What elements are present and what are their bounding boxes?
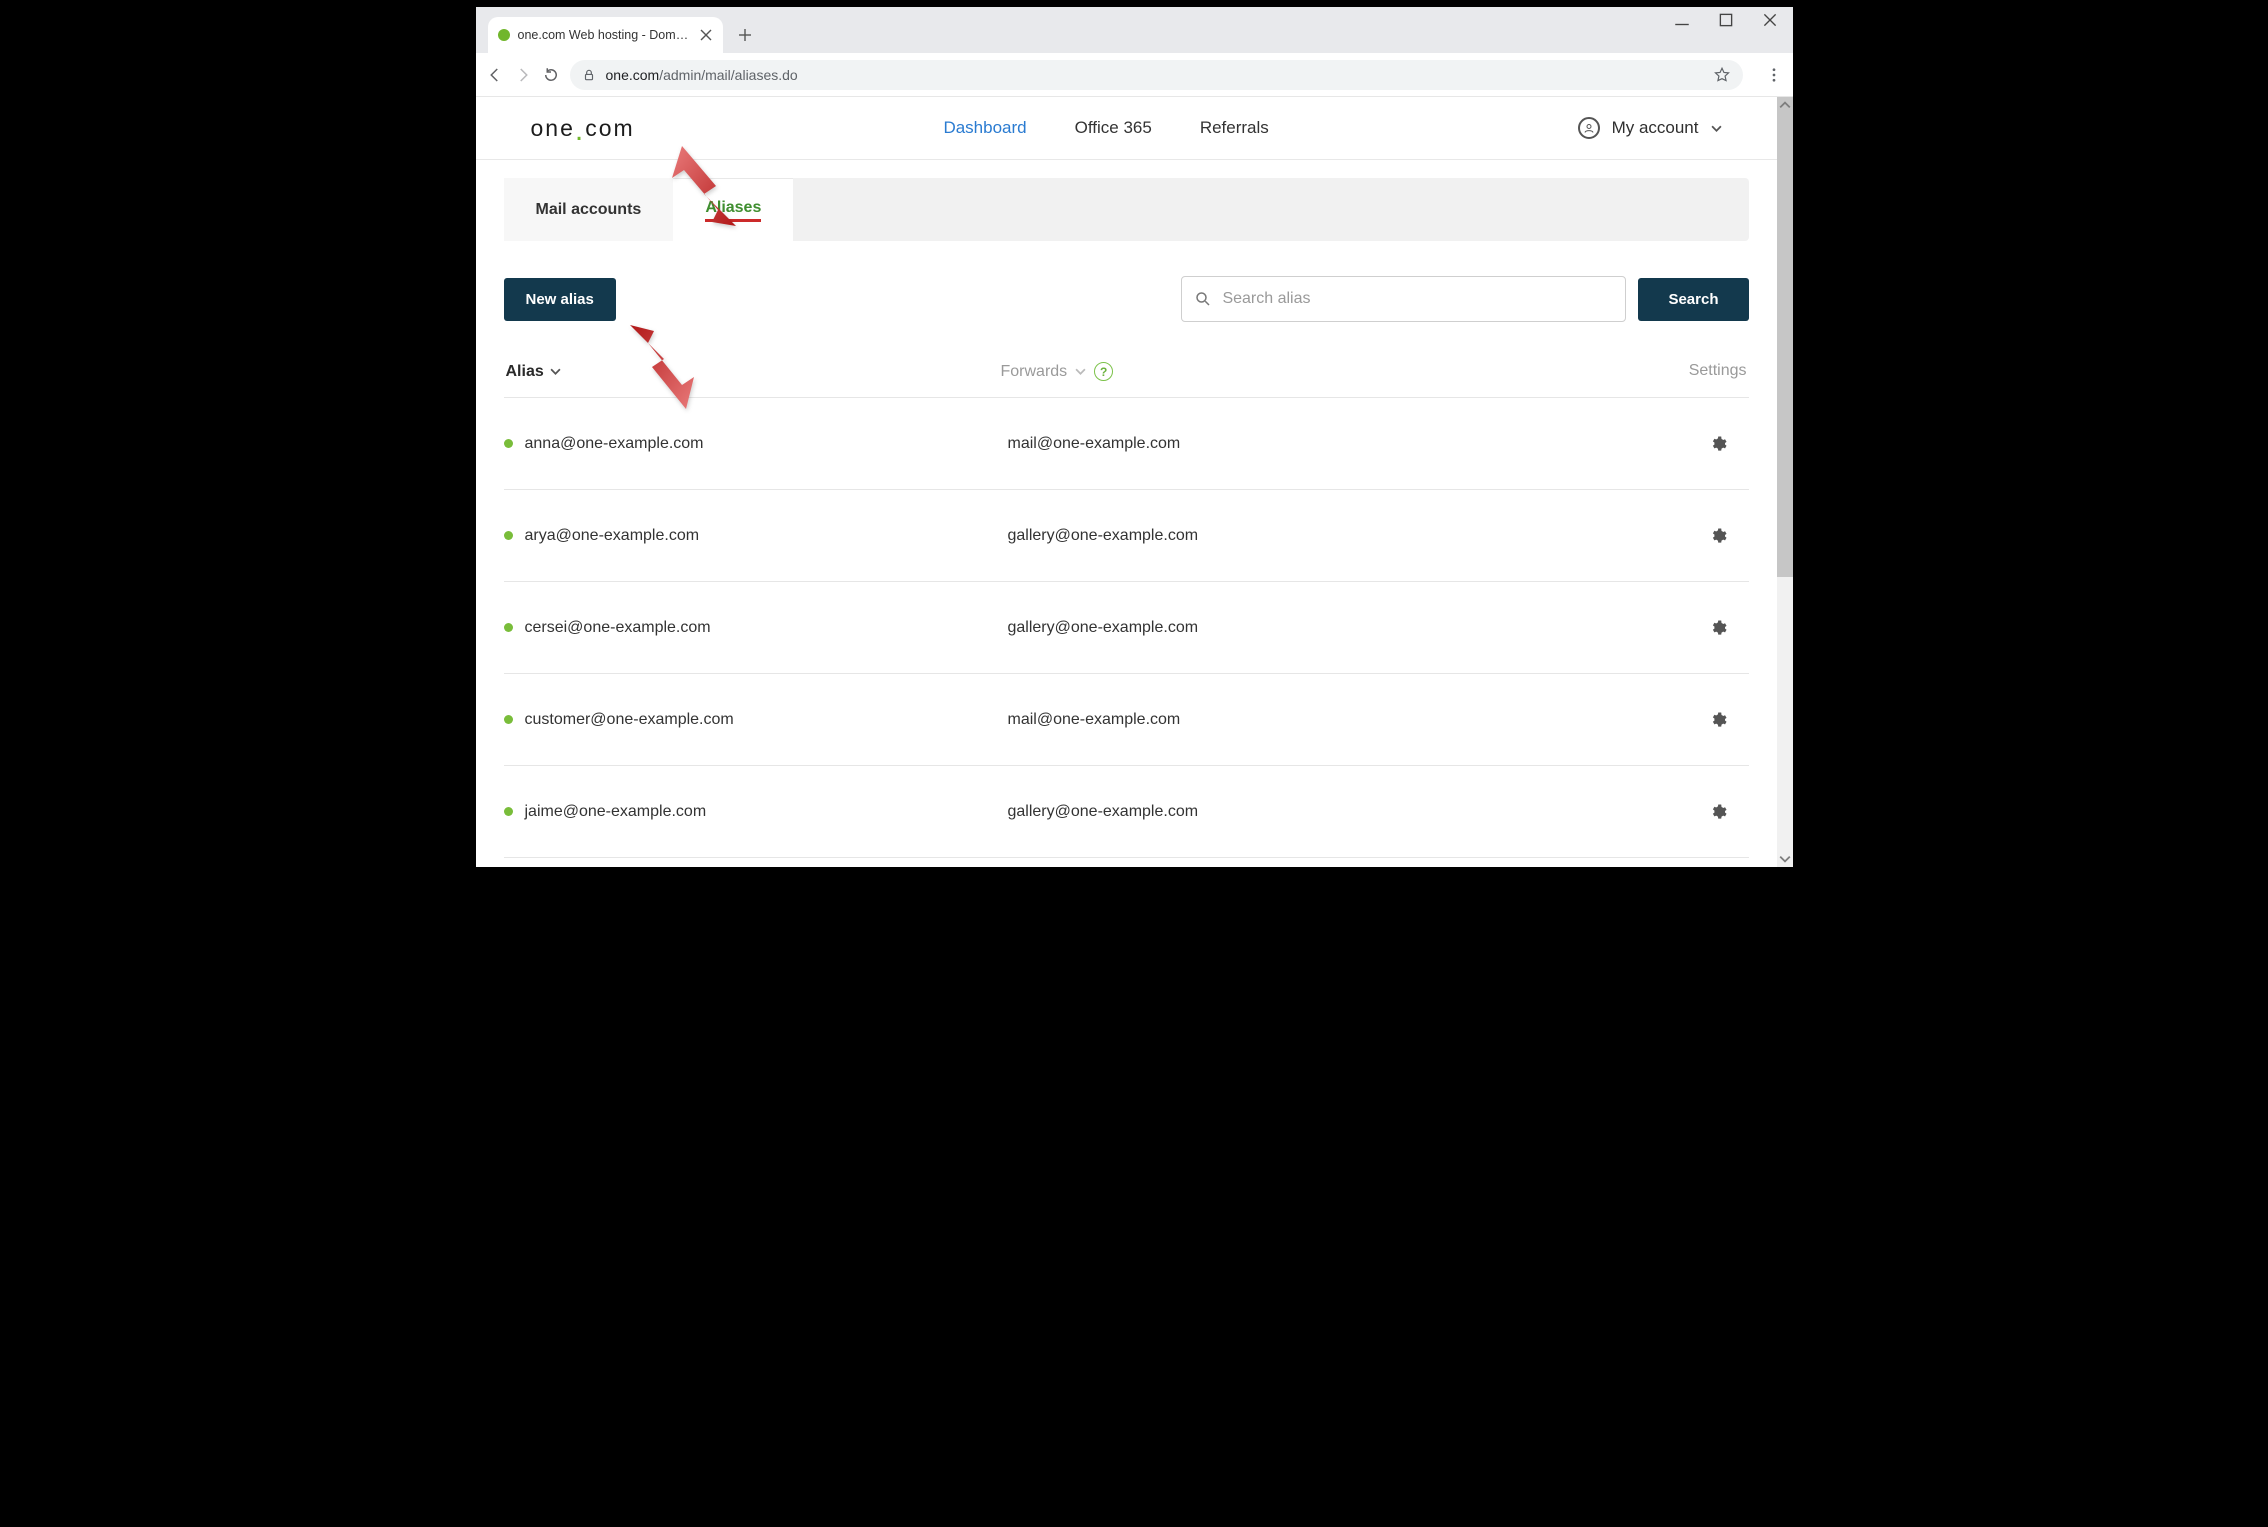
search-alias-box[interactable] — [1181, 276, 1626, 322]
page-content: one.com Dashboard Office 365 Referrals M… — [476, 97, 1777, 867]
scrollbar-down-icon[interactable] — [1779, 853, 1791, 865]
status-dot-icon — [504, 531, 513, 540]
gear-icon — [1709, 803, 1749, 821]
logo-left: one — [531, 115, 575, 141]
status-dot-icon — [504, 715, 513, 724]
forward-icon — [514, 66, 532, 84]
table-row: customer@one-example.commail@one-example… — [504, 674, 1749, 766]
browser-tab[interactable]: one.com Web hosting - Domain… — [488, 17, 723, 53]
status-dot-icon — [504, 623, 513, 632]
new-tab-button[interactable] — [731, 21, 759, 49]
tab-title: one.com Web hosting - Domain… — [518, 28, 691, 42]
browser-toolbar: one.com/admin/mail/aliases.do — [476, 53, 1793, 97]
address-bar[interactable]: one.com/admin/mail/aliases.do — [570, 60, 1743, 90]
row-settings-button[interactable] — [1709, 711, 1749, 729]
col-alias-label: Alias — [506, 363, 544, 381]
forward-cell: gallery@one-example.com — [1008, 803, 1709, 821]
reload-icon[interactable] — [542, 66, 560, 84]
table-row: anna@one-example.commail@one-example.com — [504, 398, 1749, 490]
favicon-icon — [498, 29, 510, 41]
status-dot-icon — [504, 807, 513, 816]
scrollbar-up-icon[interactable] — [1779, 99, 1791, 111]
section-tabs: Mail accounts Aliases — [504, 178, 1749, 241]
window-minimize-icon[interactable] — [1673, 11, 1691, 29]
row-settings-button[interactable] — [1709, 619, 1749, 637]
browser-tab-strip: one.com Web hosting - Domain… — [476, 7, 1793, 53]
alias-cell: arya@one-example.com — [525, 527, 1008, 545]
scrollbar-thumb[interactable] — [1777, 97, 1793, 577]
row-settings-button[interactable] — [1709, 435, 1749, 453]
browser-menu-icon[interactable] — [1765, 66, 1783, 84]
tab-mail-label: Mail accounts — [536, 201, 642, 219]
forward-cell: mail@one-example.com — [1008, 711, 1709, 729]
window-close-icon[interactable] — [1761, 11, 1779, 29]
tab-aliases[interactable]: Aliases — [673, 178, 793, 241]
gear-icon — [1709, 527, 1749, 545]
action-row: New alias Search — [504, 276, 1749, 322]
col-settings: Settings — [1667, 362, 1747, 381]
account-label: My account — [1612, 118, 1699, 138]
table-row: cersei@one-example.comgallery@one-exampl… — [504, 582, 1749, 674]
lock-icon — [582, 68, 596, 82]
site-logo[interactable]: one.com — [531, 115, 635, 142]
account-menu[interactable]: My account — [1578, 117, 1722, 139]
alias-cell: customer@one-example.com — [525, 711, 1008, 729]
gear-icon — [1709, 619, 1749, 637]
browser-window: one.com Web hosting - Domain… one.com/ad… — [469, 0, 1800, 874]
chevron-down-icon — [1711, 123, 1722, 134]
col-alias[interactable]: Alias — [506, 362, 1001, 381]
alias-cell: anna@one-example.com — [525, 435, 1008, 453]
alias-cell: jaime@one-example.com — [525, 803, 1008, 821]
url-domain: one.com — [606, 67, 660, 83]
search-button[interactable]: Search — [1638, 278, 1748, 321]
window-maximize-icon[interactable] — [1717, 11, 1735, 29]
nav-referrals[interactable]: Referrals — [1200, 118, 1269, 138]
site-header: one.com Dashboard Office 365 Referrals M… — [476, 97, 1777, 160]
chevron-down-icon — [1075, 366, 1086, 377]
nav-office365[interactable]: Office 365 — [1075, 118, 1152, 138]
search-icon — [1194, 290, 1212, 308]
col-forwards[interactable]: Forwards ? — [1001, 362, 1667, 381]
col-forwards-label: Forwards — [1001, 363, 1068, 381]
window-controls — [1673, 11, 1779, 29]
table-row: arya@one-example.comgallery@one-example.… — [504, 490, 1749, 582]
table-row: jaime@one-example.comgallery@one-example… — [504, 766, 1749, 858]
row-settings-button[interactable] — [1709, 803, 1749, 821]
url-path: /admin/mail/aliases.do — [659, 67, 798, 83]
tab-aliases-label: Aliases — [705, 199, 761, 222]
forward-cell: gallery@one-example.com — [1008, 619, 1709, 637]
bookmark-star-icon[interactable] — [1713, 66, 1731, 84]
status-dot-icon — [504, 439, 513, 448]
forward-cell: gallery@one-example.com — [1008, 527, 1709, 545]
col-settings-label: Settings — [1689, 362, 1747, 379]
row-settings-button[interactable] — [1709, 527, 1749, 545]
logo-right: com — [585, 115, 634, 141]
gear-icon — [1709, 711, 1749, 729]
alias-cell: cersei@one-example.com — [525, 619, 1008, 637]
help-icon[interactable]: ? — [1094, 362, 1113, 381]
gear-icon — [1709, 435, 1749, 453]
tab-mail-accounts[interactable]: Mail accounts — [504, 178, 674, 241]
table-header: Alias Forwards ? Settings — [504, 362, 1749, 398]
tab-close-icon[interactable] — [699, 28, 713, 42]
forward-cell: mail@one-example.com — [1008, 435, 1709, 453]
new-alias-button[interactable]: New alias — [504, 278, 616, 321]
chevron-down-icon — [550, 366, 561, 377]
logo-dot-icon: . — [575, 114, 585, 147]
user-icon — [1578, 117, 1600, 139]
nav-dashboard[interactable]: Dashboard — [943, 118, 1026, 138]
search-input[interactable] — [1222, 290, 1613, 308]
back-icon[interactable] — [486, 66, 504, 84]
main-nav: Dashboard Office 365 Referrals — [943, 118, 1268, 138]
alias-rows: anna@one-example.commail@one-example.com… — [504, 398, 1749, 858]
